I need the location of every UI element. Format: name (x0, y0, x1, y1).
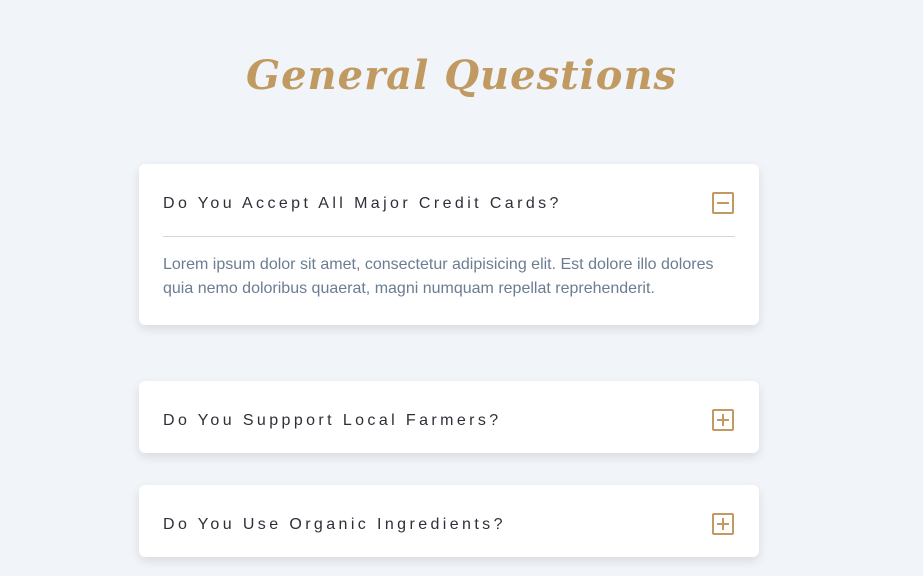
faq-item-credit-cards: Do You Accept All Major Credit Cards? Lo… (139, 164, 759, 325)
plus-square-icon[interactable] (712, 513, 734, 535)
faq-header[interactable]: Do You Suppport Local Farmers? (139, 381, 759, 453)
minus-square-icon[interactable] (712, 192, 734, 214)
faq-item-organic-ingredients: Do You Use Organic Ingredients? (139, 485, 759, 557)
faq-answer: Lorem ipsum dolor sit amet, consectetur … (163, 256, 714, 297)
page-title: General Questions (245, 52, 678, 99)
faq-question: Do You Suppport Local Farmers? (163, 412, 502, 429)
faq-question: Do You Accept All Major Credit Cards? (163, 195, 562, 212)
faq-header[interactable]: Do You Use Organic Ingredients? (139, 485, 759, 557)
faq-question: Do You Use Organic Ingredients? (163, 516, 506, 533)
faq-page: General Questions Do You Accept All Majo… (0, 0, 923, 576)
faq-header[interactable]: Do You Accept All Major Credit Cards? (139, 164, 759, 236)
faq-item-local-farmers: Do You Suppport Local Farmers? (139, 381, 759, 453)
plus-square-icon[interactable] (712, 409, 734, 431)
